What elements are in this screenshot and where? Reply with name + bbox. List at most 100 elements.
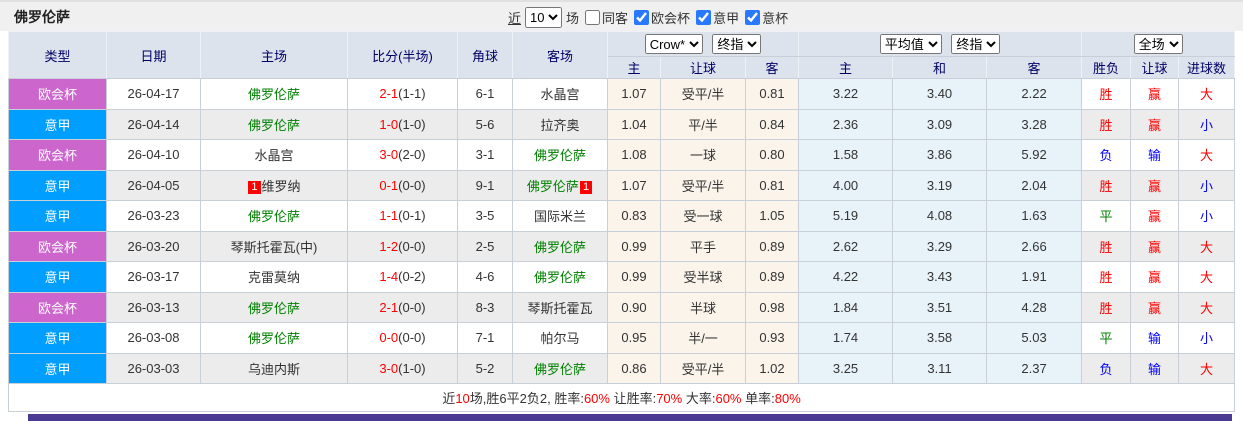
- goals-result-cell: 大: [1178, 230, 1236, 262]
- goals-result-cell: 小: [1178, 169, 1236, 201]
- summary-segment: 近: [442, 391, 456, 406]
- avg-home-cell: 2.36: [798, 108, 894, 140]
- odds-home-cell: 1.07: [607, 169, 661, 201]
- fulltime-score: 3-0: [379, 360, 399, 376]
- result-cell: 胜: [1081, 261, 1132, 293]
- team-name: 维罗纳: [261, 178, 301, 194]
- result-cell: 胜: [1081, 230, 1132, 262]
- team-name: 琴斯托霍瓦(中): [230, 239, 318, 255]
- team-name: 水晶宫: [540, 87, 580, 103]
- fulltime-score: 1-1: [379, 208, 399, 224]
- recent-link[interactable]: 近: [508, 8, 521, 27]
- handicap-cell: 半球: [660, 291, 746, 323]
- avg-away-cell: 5.03: [986, 322, 1083, 354]
- corner-cell: 4-6: [457, 261, 513, 293]
- halftime-score: (1-1): [398, 86, 426, 102]
- summary-segment: 场,胜6平2负2, 胜率:: [469, 391, 584, 406]
- type-cell: 意甲: [8, 169, 107, 201]
- col-header-handicap-result: 让球: [1130, 56, 1180, 79]
- score-cell: 3-0(1-0): [347, 352, 458, 384]
- avg-home-cell: 3.22: [798, 78, 894, 110]
- handicap-cell: 半/一: [660, 322, 746, 354]
- odds-home-cell: 0.90: [607, 291, 661, 323]
- halftime-score: (0-2): [398, 269, 426, 285]
- team-name: 佛罗伦萨: [247, 209, 300, 225]
- halftime-score: (0-0): [398, 330, 426, 346]
- col-header-odds-home: 主: [607, 56, 661, 79]
- score-cell: 1-4(0-2): [347, 261, 458, 293]
- match-row: 欧会杯 26-04-17 佛罗伦萨 2-1(1-1) 6-1 水晶宫 1.07 受平/半 0.8…: [8, 78, 1236, 110]
- handicap-cell: 受平/半: [660, 352, 746, 384]
- summary-segment: 80%: [774, 391, 801, 406]
- goals-result-cell: 小: [1178, 322, 1236, 354]
- handicap-result-cell: 赢: [1130, 108, 1180, 140]
- match-row: 意甲 26-03-08 佛罗伦萨 0-0(0-0) 7-1 帕尔马 0.95 半/一 0.93 1…: [8, 322, 1236, 354]
- odds-home-cell: 0.95: [607, 322, 661, 354]
- match-row: 意甲 26-03-23 佛罗伦萨 1-1(0-1) 3-5 国际米兰 0.83 受一球 1.05…: [8, 200, 1236, 232]
- summary-row: 近10场,胜6平2负2, 胜率:60% 让胜率:70% 大率:60% 单率:80…: [7, 383, 1236, 412]
- competition-checkbox-2[interactable]: [696, 10, 712, 25]
- home-team-cell: 克雷莫纳: [200, 261, 348, 293]
- competition-checkbox-3[interactable]: [745, 10, 761, 25]
- away-team-cell: 佛罗伦萨: [512, 261, 608, 293]
- score-cell: 1-1(0-1): [347, 200, 458, 232]
- date-cell: 26-04-05: [106, 169, 201, 201]
- games-label: 场: [566, 11, 580, 26]
- corner-cell: 5-6: [457, 108, 513, 140]
- away-team-cell: 佛罗伦萨 1: [512, 169, 608, 201]
- avg-away-cell: 2.22: [986, 78, 1083, 110]
- handicap-result-cell: 赢: [1130, 78, 1180, 110]
- home-team-cell: 佛罗伦萨: [200, 108, 348, 140]
- recent-count-select[interactable]: 10: [525, 7, 563, 28]
- odds-home-cell: 1.08: [607, 139, 661, 171]
- odds-away-cell: 0.81: [744, 78, 800, 110]
- home-team-cell: 佛罗伦萨: [200, 78, 348, 110]
- date-cell: 26-04-10: [106, 139, 201, 171]
- avg-draw-cell: 3.11: [892, 352, 988, 384]
- match-row: 意甲 26-03-03 乌迪内斯 3-0(1-0) 5-2 佛罗伦萨 0.86 受平/半 1.0…: [8, 352, 1236, 384]
- scope-select[interactable]: 全场: [1133, 34, 1183, 54]
- col-header-odds-handicap: 让球: [660, 56, 746, 79]
- fulltime-score: 3-0: [379, 147, 399, 163]
- home-team-cell: 乌迪内斯: [200, 352, 348, 384]
- avg-home-cell: 3.25: [798, 352, 894, 384]
- summary-segment: 10: [455, 391, 470, 406]
- result-cell: 胜: [1081, 78, 1132, 110]
- away-team-cell: 国际米兰: [512, 200, 608, 232]
- team-name: 克雷莫纳: [247, 270, 300, 286]
- avg-away-cell: 1.63: [986, 200, 1083, 232]
- avg-away-cell: 2.04: [986, 169, 1083, 201]
- col-header-home: 主场: [200, 31, 348, 79]
- odds-home-cell: 0.86: [607, 352, 661, 384]
- date-cell: 26-03-20: [106, 230, 201, 262]
- team-name: 佛罗伦萨: [533, 148, 586, 164]
- match-table-body: 欧会杯 26-04-17 佛罗伦萨 2-1(1-1) 6-1 水晶宫 1.07 受平/半 0.8…: [8, 78, 1236, 384]
- competition-checkbox-1[interactable]: [634, 10, 650, 25]
- halftime-score: (1-0): [398, 360, 426, 376]
- average-select[interactable]: 平均值: [879, 34, 942, 54]
- checkbox-text: 意杯: [762, 11, 789, 26]
- fulltime-score: 0-0: [379, 330, 399, 346]
- col-header-avg-draw: 和: [892, 56, 988, 79]
- score-cell: 1-2(0-0): [347, 230, 458, 262]
- avg-draw-cell: 3.40: [892, 78, 988, 110]
- handicap-cell: 受半球: [660, 261, 746, 293]
- halftime-score: (0-1): [398, 208, 426, 224]
- bookmaker-select[interactable]: Crow*: [644, 34, 703, 54]
- col-header-type: 类型: [8, 31, 107, 79]
- avg-home-cell: 5.19: [798, 200, 894, 232]
- avg-draw-cell: 3.43: [892, 261, 988, 293]
- home-team-cell: 1 维罗纳: [200, 169, 348, 201]
- away-team-cell: 佛罗伦萨: [512, 139, 608, 171]
- handicap-cell: 平/半: [660, 108, 746, 140]
- avg-home-cell: 1.58: [798, 139, 894, 171]
- avg-stage-select[interactable]: 终指: [951, 34, 1001, 54]
- odds-stage-select[interactable]: 终指: [712, 34, 762, 54]
- avg-away-cell: 2.37: [986, 352, 1083, 384]
- competition-checkbox-0[interactable]: [585, 10, 601, 25]
- checkbox-text: 意甲: [713, 11, 740, 26]
- fulltime-score: 2-1: [379, 299, 399, 315]
- result-cell: 平: [1081, 322, 1132, 354]
- avg-away-cell: 3.28: [986, 108, 1083, 140]
- team-name: 拉齐奥: [540, 117, 580, 133]
